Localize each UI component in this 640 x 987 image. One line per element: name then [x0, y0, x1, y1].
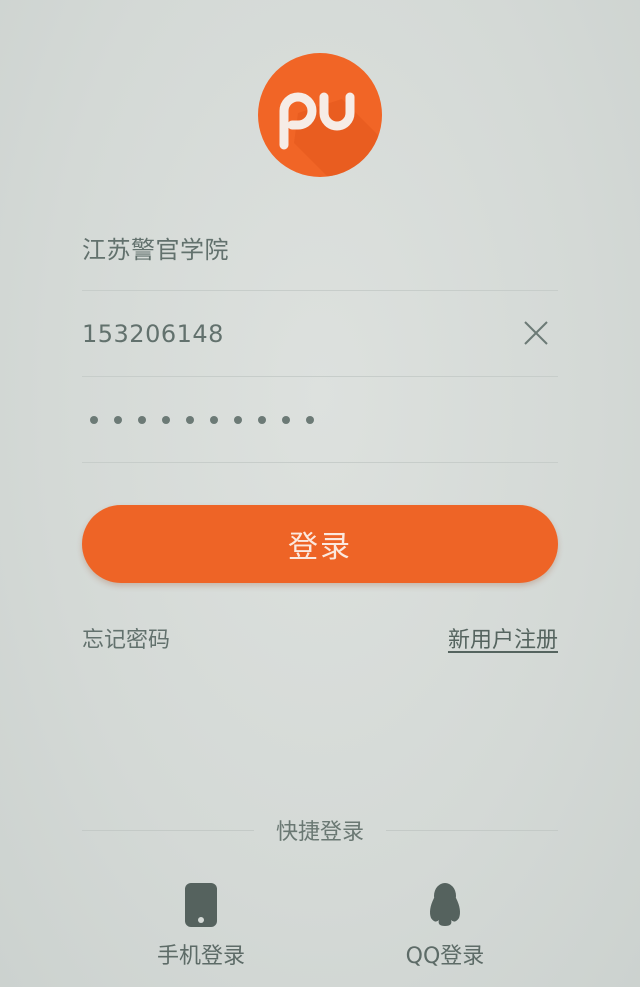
- phone-icon: [184, 878, 218, 928]
- register-link[interactable]: 新用户注册: [448, 622, 558, 654]
- phone-login-button[interactable]: 手机登录: [101, 878, 301, 978]
- divider-line-left: [82, 829, 254, 831]
- login-button[interactable]: 登录: [82, 505, 558, 583]
- divider-line-right: [386, 829, 559, 831]
- pu-logo: [258, 53, 382, 177]
- forgot-password-link[interactable]: 忘记密码: [82, 622, 170, 654]
- password-mask: [82, 415, 314, 424]
- login-screen: 江苏警官学院 153206148 登录 忘记密码 新用户注册 快捷登录 手机登录…: [0, 0, 640, 987]
- qq-penguin-icon: [425, 878, 465, 928]
- school-field[interactable]: 江苏警官学院: [82, 205, 558, 291]
- quick-login-divider: 快捷登录: [82, 812, 559, 848]
- account-value: 153206148: [82, 319, 224, 348]
- account-field[interactable]: 153206148: [82, 291, 558, 377]
- close-icon[interactable]: [520, 317, 552, 349]
- qq-login-button[interactable]: QQ登录: [345, 878, 545, 978]
- school-value: 江苏警官学院: [82, 236, 229, 264]
- phone-login-label: 手机登录: [156, 944, 245, 969]
- login-button-label: 登录: [288, 530, 352, 565]
- login-form: 江苏警官学院 153206148: [82, 205, 558, 463]
- quick-login-title: 快捷登录: [276, 820, 365, 845]
- auth-links: 忘记密码 新用户注册: [82, 618, 558, 658]
- qq-login-label: QQ登录: [405, 944, 485, 969]
- password-field[interactable]: [82, 377, 558, 463]
